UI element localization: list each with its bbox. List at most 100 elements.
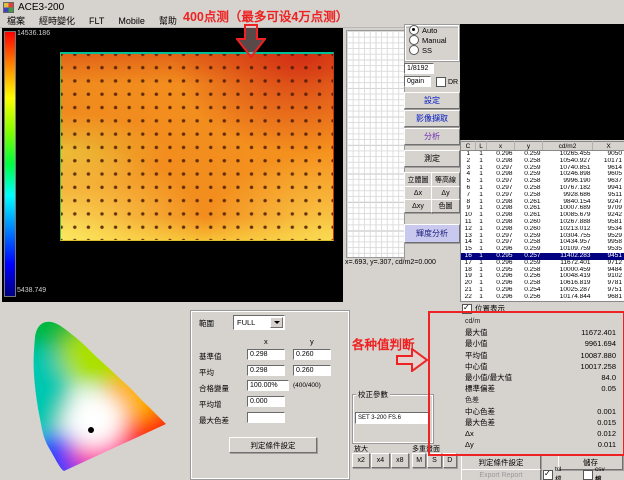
table-row[interactable]: 510.2970.2589996.1909637	[461, 178, 624, 185]
range-select[interactable]: FULL	[233, 315, 285, 330]
table-cell: 9511	[593, 192, 624, 199]
stat-label: Δx	[465, 429, 474, 438]
table-cell: 9709	[593, 205, 624, 212]
table-row[interactable]: 1410.2970.25810434.9579958	[461, 239, 624, 246]
table-cell: 13	[461, 233, 476, 240]
table-header: L	[476, 142, 487, 151]
table-cell: 0.261	[515, 212, 543, 219]
table-row[interactable]: 1710.2960.25911672.4019712	[461, 260, 624, 267]
table-cell: 9605	[593, 171, 624, 178]
position-display-checkbox[interactable]: 位置表示	[462, 303, 505, 314]
multi-button-S[interactable]: S	[427, 453, 441, 468]
table-cell: 1	[476, 219, 487, 226]
table-cell: 0.258	[515, 178, 543, 185]
stat-value: 10017.258	[581, 362, 616, 371]
table-row[interactable]: 310.2970.25910740.8519614	[461, 165, 624, 172]
table-row[interactable]: 910.2980.26110007.6899709	[461, 205, 624, 212]
multi-button-M[interactable]: M	[412, 453, 426, 468]
radio-icon	[409, 25, 419, 35]
table-row[interactable]: 1910.2960.25610048.4199102	[461, 273, 624, 280]
luminance-heatmap[interactable]	[60, 52, 334, 241]
menu-item-3[interactable]: Mobile	[111, 16, 152, 26]
delta-y-button[interactable]: Δy	[431, 186, 460, 200]
dr-checkbox[interactable]: DR	[436, 77, 458, 87]
table-cell: 1	[476, 280, 487, 287]
table-row[interactable]: 610.2970.25810767.1829941	[461, 185, 624, 192]
stat-row: Δx0.012	[460, 428, 621, 439]
table-row[interactable]: 410.2980.25910246.8989605	[461, 171, 624, 178]
table-cell: 20	[461, 280, 476, 287]
luminance-colorbar	[4, 31, 16, 297]
table-row[interactable]: 1810.2950.25810000.4599484	[461, 267, 624, 274]
table-cell: 9529	[593, 233, 624, 240]
table-cell: 0.298	[487, 226, 515, 233]
table-cell: 0.298	[487, 199, 515, 206]
table-row[interactable]: 2010.2960.25810616.8199781	[461, 280, 624, 287]
measure-button[interactable]: 測定	[404, 150, 460, 167]
table-cell: 0.296	[487, 273, 515, 280]
zoom-button-x8[interactable]: x8	[391, 453, 409, 468]
table-row[interactable]: 1110.2980.26010267.8889581	[461, 219, 624, 226]
table-row[interactable]: 2210.2960.25610174.8449681	[461, 294, 624, 301]
table-row[interactable]: 110.2960.25910265.4559050	[461, 151, 624, 158]
table-row[interactable]: 810.2980.2619840.1549247	[461, 199, 624, 206]
pass-rate-value: 100.00%	[247, 380, 289, 391]
zoom-button-x4[interactable]: x4	[371, 453, 389, 468]
table-row[interactable]: 1310.2970.25910304.7559529	[461, 233, 624, 240]
menu-item-2[interactable]: FLT	[82, 16, 111, 26]
menu-item-0[interactable]: 檔案	[0, 14, 32, 27]
menu-item-4[interactable]: 幫助	[152, 14, 184, 27]
check-影像檔[interactable]: 影像檔	[583, 474, 602, 480]
multi-button-D[interactable]: D	[443, 453, 457, 468]
color-map-button[interactable]: 色圖	[431, 199, 460, 213]
analyze-button[interactable]: 分析	[404, 128, 460, 145]
mode-radio-manual[interactable]: Manual	[405, 35, 459, 45]
table-cell: 9535	[593, 246, 624, 253]
stat-row: 最大值11672.401	[460, 327, 621, 338]
judge-condition-button[interactable]: 判定條件設定	[461, 455, 541, 470]
results-table[interactable]: CLxycd/m2X 110.2960.25910265.4559050210.…	[460, 141, 624, 302]
table-cell: 0.298	[487, 219, 515, 226]
table-cell: 1	[476, 260, 487, 267]
stat-value: 0.001	[597, 407, 616, 416]
table-cell: 1	[476, 178, 487, 185]
settings-button[interactable]: 設定	[404, 92, 460, 109]
dr-checkbox-box[interactable]	[436, 77, 446, 87]
zoom-button-x2[interactable]: x2	[352, 453, 370, 468]
contour-button[interactable]: 等高線	[431, 172, 460, 187]
chevron-down-icon[interactable]	[270, 317, 283, 328]
checkbox-icon[interactable]	[543, 470, 553, 480]
mode-radio-ss[interactable]: SS	[405, 45, 459, 55]
table-cell: 9941	[593, 185, 624, 192]
table-row[interactable]: 710.2970.2589928.6869511	[461, 192, 624, 199]
table-row[interactable]: 1210.2980.26010213.0129534	[461, 226, 624, 233]
stat-label: 標準偏差	[465, 383, 495, 394]
pass-condition-button[interactable]: 判定條件設定	[229, 437, 317, 453]
table-row[interactable]: 1610.2950.25711402.2839451	[461, 253, 624, 260]
mode-radio-auto[interactable]: Auto	[405, 25, 459, 35]
delta-xy-button[interactable]: Δxy	[404, 199, 432, 213]
table-row[interactable]: 2110.2960.25410025.2879751	[461, 287, 624, 294]
max-colordiff-value[interactable]	[247, 412, 285, 423]
position-display-box[interactable]	[462, 304, 472, 314]
window-title: ACE3-200	[18, 2, 64, 13]
luminance-analysis-button[interactable]: 輝度分析	[404, 224, 460, 243]
table-row[interactable]: 210.2980.25810540.92710171	[461, 158, 624, 165]
avg-gain-value[interactable]: 0.000	[247, 396, 285, 407]
table-cell: 0.261	[515, 199, 543, 206]
stat-label: 最大色差	[465, 417, 495, 428]
table-row[interactable]: 1510.2960.25910109.7599535	[461, 246, 624, 253]
menu-item-1[interactable]: 經時變化	[32, 14, 82, 27]
check-tcl檔[interactable]: tcl檔	[543, 466, 562, 480]
gain-field[interactable]: 0gain	[404, 76, 431, 87]
table-cell: 10007.689	[543, 205, 593, 212]
delta-x-button[interactable]: Δx	[404, 186, 432, 200]
stereo-button[interactable]: 立體圖	[404, 172, 432, 187]
table-row[interactable]: 1010.2980.26110085.6799242	[461, 212, 624, 219]
image-capture-button[interactable]: 影像擷取	[404, 110, 460, 127]
statistics-panel: cd/m最大值11672.401最小值9961.694平均值10087.880中…	[460, 316, 621, 450]
calibration-set-value: SET 3-200 FS.6	[355, 412, 429, 424]
position-display-label: 位置表示	[475, 303, 505, 314]
table-header: x	[487, 142, 515, 151]
annotation-points-note: 400点测（最多可设4万点测）	[183, 6, 348, 25]
